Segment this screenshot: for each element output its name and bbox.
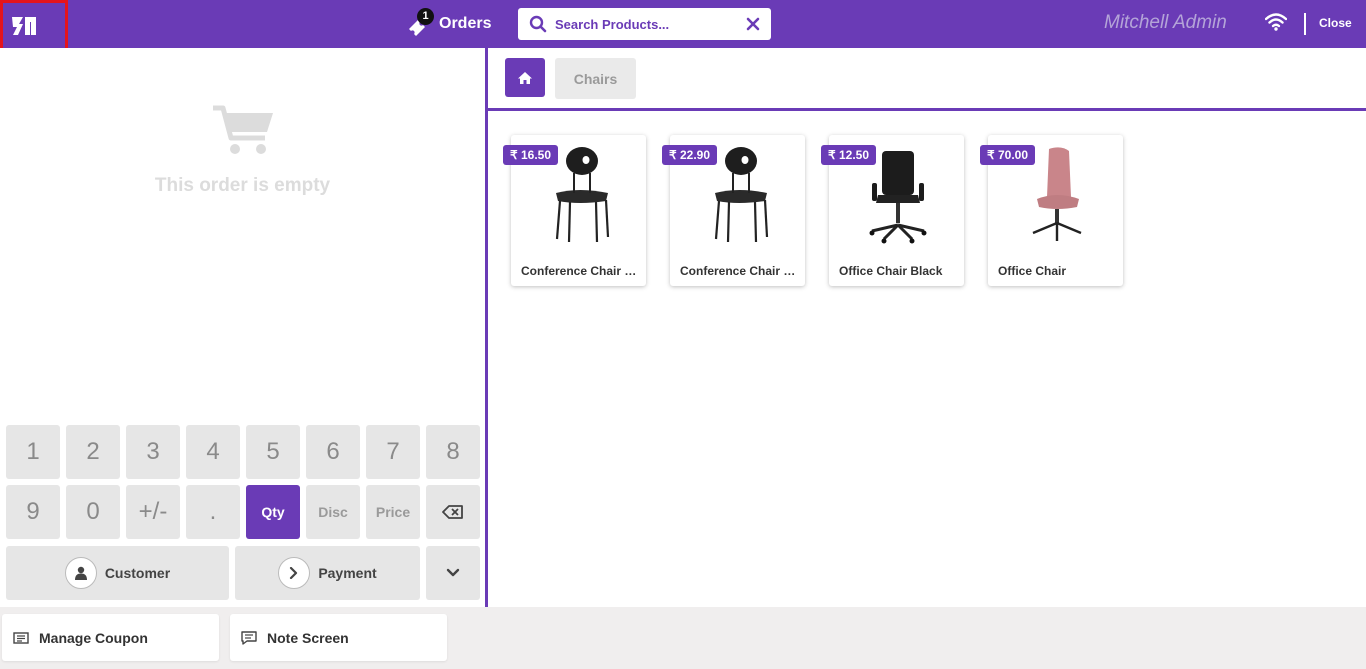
product-card[interactable]: ₹ 70.00 Office Chair: [980, 135, 1123, 286]
product-price-badge: ₹ 70.00: [980, 145, 1035, 165]
breadcrumb-underline: [488, 108, 1366, 111]
numpad-key-6[interactable]: 6: [306, 425, 360, 479]
numpad-key-plus-minus[interactable]: +/-: [126, 485, 180, 539]
note-screen-label: Note Screen: [267, 629, 349, 646]
numpad-key-0[interactable]: 0: [66, 485, 120, 539]
home-icon: [518, 71, 532, 84]
manage-coupon-button[interactable]: Manage Coupon: [2, 614, 219, 661]
numpad-key-2[interactable]: 2: [66, 425, 120, 479]
wifi-icon: [1265, 13, 1287, 31]
chevron-down-icon: [446, 568, 460, 577]
product-card[interactable]: ₹ 22.90 Conference Chair (Aluminium): [662, 135, 805, 286]
coupon-icon: [13, 631, 29, 644]
search-icon: [529, 15, 547, 33]
numpad-key-1[interactable]: 1: [6, 425, 60, 479]
more-options-button[interactable]: [426, 546, 480, 600]
manage-coupon-label: Manage Coupon: [39, 629, 148, 646]
chevron-right-icon: [278, 557, 311, 589]
product-name: Office Chair Black: [839, 264, 943, 278]
ticket-icon: 1: [406, 8, 434, 36]
product-price-badge: ₹ 12.50: [821, 145, 876, 165]
user-icon: [64, 557, 97, 589]
numpad-key-8[interactable]: 8: [426, 425, 480, 479]
numpad-key-5[interactable]: 5: [246, 425, 300, 479]
orders-button[interactable]: 1 Orders: [406, 8, 492, 38]
numpad-key-4[interactable]: 4: [186, 425, 240, 479]
close-button[interactable]: Close: [1319, 16, 1352, 30]
customer-button[interactable]: Customer: [6, 546, 229, 600]
product-name: Office Chair: [998, 264, 1067, 278]
orders-label: Orders: [439, 15, 492, 32]
pos-logo[interactable]: [0, 0, 68, 51]
numpad-key-9[interactable]: 9: [6, 485, 60, 539]
product-card[interactable]: ₹ 16.50 Conference Chair (Steel): [503, 135, 646, 286]
numpad-key-decimal[interactable]: .: [186, 485, 240, 539]
mode-disc-button[interactable]: Disc: [306, 485, 360, 539]
numpad-key-3[interactable]: 3: [126, 425, 180, 479]
products-pane: [488, 48, 1366, 607]
backspace-icon: [442, 505, 463, 519]
header-divider: [1304, 13, 1306, 35]
product-card[interactable]: ₹ 12.50 Office Chair Black: [821, 135, 964, 286]
orders-count-badge: 1: [417, 8, 434, 25]
cashier-name[interactable]: Mitchell Admin: [1104, 12, 1227, 34]
note-icon: [241, 630, 257, 645]
search-input[interactable]: [555, 16, 746, 32]
mode-qty-button[interactable]: Qty: [246, 485, 300, 539]
product-name: Conference Chair (Aluminium): [680, 264, 798, 278]
payment-label: Payment: [318, 565, 377, 581]
payment-button[interactable]: Payment: [235, 546, 420, 600]
product-search: [518, 8, 771, 40]
empty-order-text: This order is empty: [154, 175, 331, 196]
mode-price-button[interactable]: Price: [366, 485, 420, 539]
backspace-button[interactable]: [426, 485, 480, 539]
product-name: Conference Chair (Steel): [521, 264, 639, 278]
breadcrumb-category-chairs[interactable]: Chairs: [555, 58, 636, 99]
home-button[interactable]: [505, 58, 545, 97]
product-price-badge: ₹ 22.90: [662, 145, 717, 165]
product-price-badge: ₹ 16.50: [503, 145, 558, 165]
numpad-key-7[interactable]: 7: [366, 425, 420, 479]
odoo-pos-logo-icon: [12, 17, 36, 35]
clear-search-icon[interactable]: [746, 17, 760, 31]
shopping-cart-icon: [213, 105, 273, 154]
customer-label: Customer: [104, 565, 171, 581]
note-screen-button[interactable]: Note Screen: [230, 614, 447, 661]
